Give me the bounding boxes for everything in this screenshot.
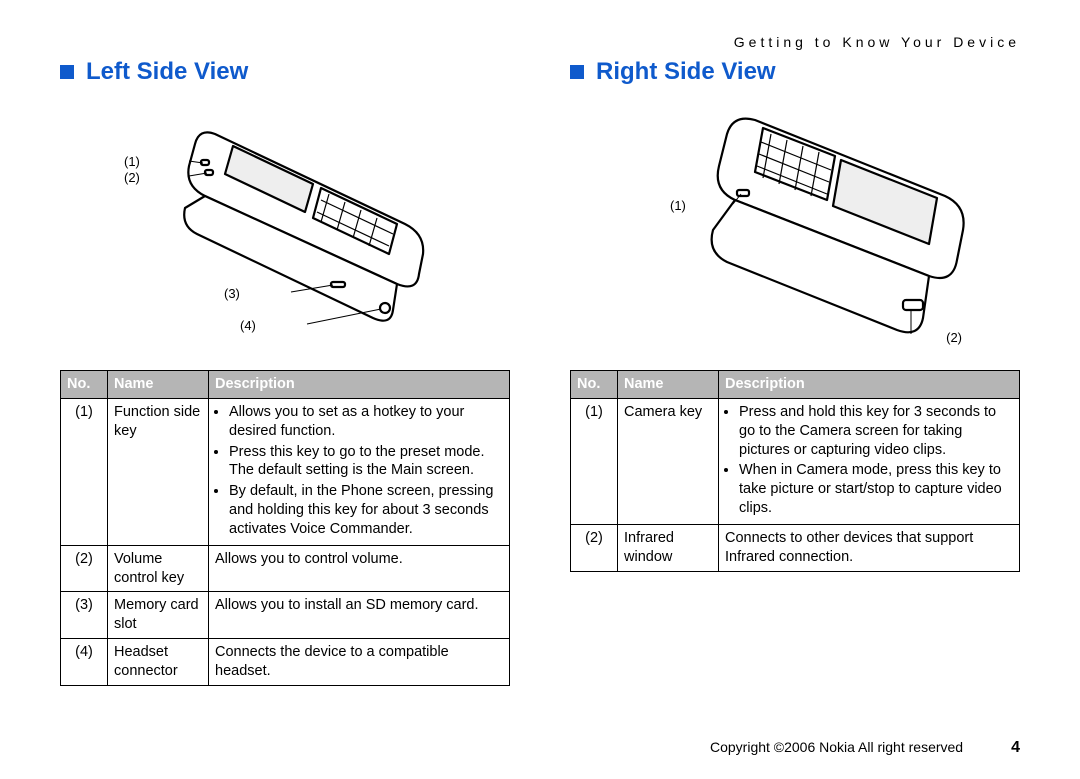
- page-footer: Copyright ©2006 Nokia All right reserved…: [710, 739, 1020, 757]
- callout-1: (1): [670, 198, 686, 213]
- col-header-no: No.: [61, 371, 108, 399]
- cell-desc: Press and hold this key for 3 seconds to…: [719, 398, 1020, 524]
- col-header-no: No.: [571, 371, 618, 399]
- cell-name: Volume control key: [108, 545, 209, 592]
- left-heading: Left Side View: [60, 58, 510, 86]
- cell-name: Memory card slot: [108, 592, 209, 639]
- cell-name: Camera key: [618, 398, 719, 524]
- square-bullet-icon: [570, 65, 584, 79]
- phone-left-side-icon: [105, 104, 465, 362]
- cell-no: (1): [571, 398, 618, 524]
- table-row: (3) Memory card slot Allows you to insta…: [61, 592, 510, 639]
- cell-name: Infrared window: [618, 524, 719, 571]
- col-header-desc: Description: [209, 371, 510, 399]
- running-header: Getting to Know Your Device: [734, 34, 1020, 50]
- callout-1: (1): [124, 154, 140, 169]
- cell-desc: Allows you to set as a hotkey to your de…: [209, 398, 510, 545]
- table-header-row: No. Name Description: [61, 371, 510, 399]
- cell-no: (2): [61, 545, 108, 592]
- right-heading-text: Right Side View: [596, 58, 776, 86]
- bullet-item: By default, in the Phone screen, pressin…: [229, 482, 503, 539]
- right-heading: Right Side View: [570, 58, 1020, 86]
- cell-no: (1): [61, 398, 108, 545]
- two-column-layout: Left Side View (1) (2) (3) (4): [60, 58, 1020, 686]
- bullet-list: Allows you to set as a hotkey to your de…: [215, 403, 503, 539]
- left-column: Left Side View (1) (2) (3) (4): [60, 58, 510, 686]
- callout-4: (4): [240, 318, 256, 333]
- col-header-name: Name: [108, 371, 209, 399]
- left-parts-table: No. Name Description (1) Function side k…: [60, 370, 510, 686]
- right-column: Right Side View (1) (2): [570, 58, 1020, 686]
- square-bullet-icon: [60, 65, 74, 79]
- manual-page: Getting to Know Your Device Left Side Vi…: [0, 0, 1080, 779]
- col-header-name: Name: [618, 371, 719, 399]
- right-diagram: (1) (2): [570, 104, 1020, 362]
- bullet-item: Press and hold this key for 3 seconds to…: [739, 403, 1013, 460]
- page-number: 4: [1011, 739, 1020, 757]
- table-row: (4) Headset connector Connects the devic…: [61, 639, 510, 686]
- copyright-text: Copyright ©2006 Nokia All right reserved: [710, 739, 963, 755]
- bullet-item: When in Camera mode, press this key to t…: [739, 461, 1013, 518]
- cell-desc: Connects to other devices that support I…: [719, 524, 1020, 571]
- cell-name: Headset connector: [108, 639, 209, 686]
- cell-no: (4): [61, 639, 108, 686]
- cell-name: Function side key: [108, 398, 209, 545]
- left-heading-text: Left Side View: [86, 58, 248, 86]
- left-diagram: (1) (2) (3) (4): [60, 104, 510, 362]
- phone-right-side-icon: [615, 104, 975, 362]
- table-row: (2) Infrared window Connects to other de…: [571, 524, 1020, 571]
- cell-no: (3): [61, 592, 108, 639]
- right-parts-table: No. Name Description (1) Camera key Pres…: [570, 370, 1020, 572]
- cell-desc: Allows you to control volume.: [209, 545, 510, 592]
- cell-desc: Connects the device to a compatible head…: [209, 639, 510, 686]
- col-header-desc: Description: [719, 371, 1020, 399]
- cell-no: (2): [571, 524, 618, 571]
- cell-desc: Allows you to install an SD memory card.: [209, 592, 510, 639]
- callout-2: (2): [124, 170, 140, 185]
- bullet-list: Press and hold this key for 3 seconds to…: [725, 403, 1013, 518]
- bullet-item: Allows you to set as a hotkey to your de…: [229, 403, 503, 441]
- table-header-row: No. Name Description: [571, 371, 1020, 399]
- table-row: (1) Camera key Press and hold this key f…: [571, 398, 1020, 524]
- callout-3: (3): [224, 286, 240, 301]
- table-row: (2) Volume control key Allows you to con…: [61, 545, 510, 592]
- callout-2: (2): [946, 330, 962, 345]
- bullet-item: Press this key to go to the preset mode.…: [229, 443, 503, 481]
- table-row: (1) Function side key Allows you to set …: [61, 398, 510, 545]
